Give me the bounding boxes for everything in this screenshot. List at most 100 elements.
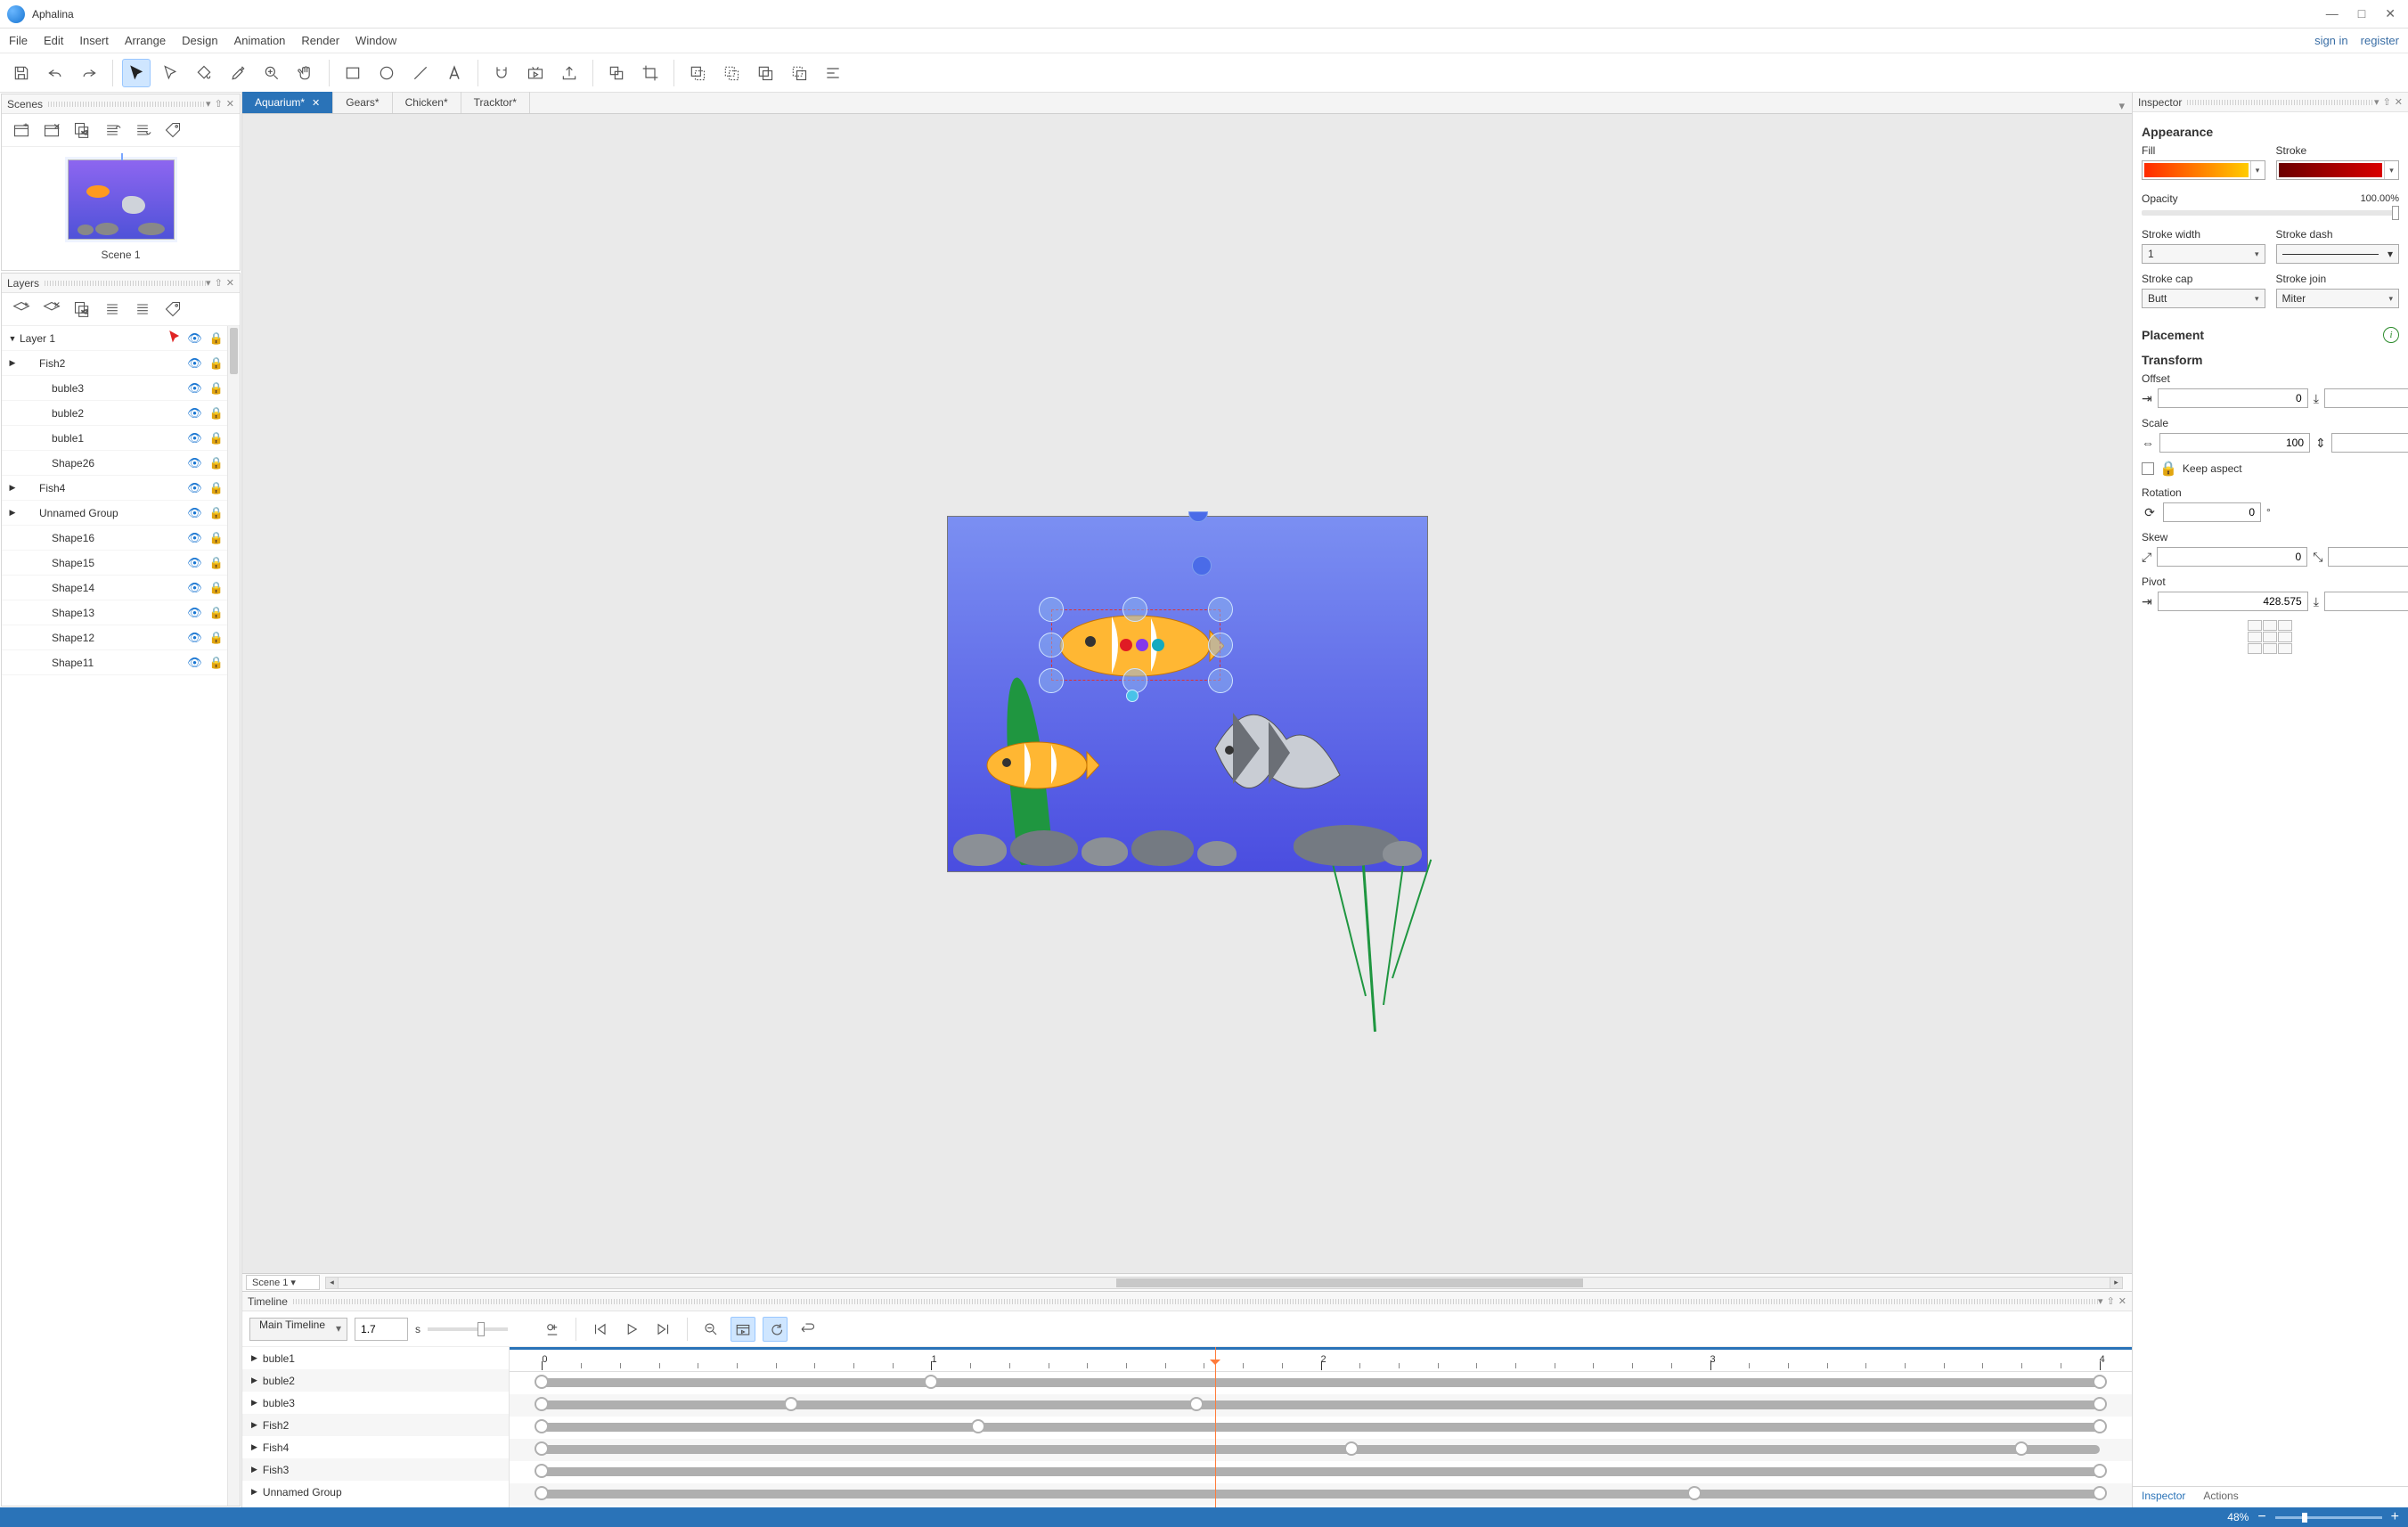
panel-pin-icon[interactable]: ⇧ <box>215 277 223 289</box>
line-tool[interactable] <box>406 59 435 87</box>
visibility-icon[interactable]: 👁 <box>187 606 202 620</box>
visibility-icon[interactable]: 👁 <box>187 656 202 670</box>
menu-file[interactable]: File <box>9 34 28 47</box>
inspector-tab[interactable]: Inspector <box>2133 1487 2194 1507</box>
timeline-row[interactable]: ▶Fish4 <box>242 1436 509 1458</box>
timeline-selector[interactable]: Main Timeline <box>249 1318 347 1341</box>
layer-row[interactable]: buble3👁🔒 <box>2 376 240 401</box>
media-tool[interactable] <box>521 59 550 87</box>
menu-design[interactable]: Design <box>182 34 217 47</box>
lock-icon[interactable]: 🔒 <box>209 531 224 545</box>
visibility-icon[interactable]: 👁 <box>187 631 202 645</box>
zoom-tool[interactable] <box>257 59 286 87</box>
timeline-track[interactable] <box>510 1506 2132 1507</box>
stroke-join-select[interactable]: Miter▾ <box>2276 289 2400 308</box>
scene-selector[interactable]: Scene 1 ▾ <box>246 1275 320 1290</box>
lock-icon[interactable]: 🔒 <box>209 331 224 346</box>
export-tool[interactable] <box>555 59 584 87</box>
panel-close-icon[interactable]: ✕ <box>226 277 234 289</box>
timeline-row[interactable]: ▶Fish3 <box>242 1458 509 1481</box>
delete-scene-button[interactable] <box>41 119 62 141</box>
keyframe[interactable] <box>971 1419 985 1433</box>
union-tool[interactable] <box>683 59 712 87</box>
canvas-hscrollbar[interactable]: ◂▸ <box>325 1277 2123 1289</box>
keyframe[interactable] <box>2093 1375 2107 1389</box>
pivot-handle[interactable] <box>1126 690 1139 702</box>
layer-tag-button[interactable] <box>162 298 184 320</box>
menu-arrange[interactable]: Arrange <box>125 34 166 47</box>
timeline-row[interactable]: ▶buble2 <box>242 1369 509 1392</box>
layer-row[interactable]: buble1👁🔒 <box>2 426 240 451</box>
panel-dropdown-icon[interactable]: ▾ <box>206 277 211 289</box>
timeline-zoomout-button[interactable] <box>698 1317 723 1342</box>
timeline-track[interactable] <box>510 1483 2132 1506</box>
lock-icon[interactable]: 🔒 <box>209 656 224 670</box>
direct-select-tool[interactable] <box>156 59 184 87</box>
selection-handle[interactable] <box>1039 597 1064 622</box>
timeline-track[interactable] <box>510 1417 2132 1439</box>
lock-icon[interactable]: 🔒 <box>209 506 224 520</box>
menu-insert[interactable]: Insert <box>79 34 109 47</box>
fill-tool[interactable] <box>190 59 218 87</box>
keyframe[interactable] <box>784 1397 798 1411</box>
keyframe[interactable] <box>2093 1419 2107 1433</box>
selection-handle[interactable] <box>1039 633 1064 657</box>
panel-close-icon[interactable]: ✕ <box>2395 96 2403 108</box>
timeline-speed-slider[interactable] <box>428 1327 508 1331</box>
canvas[interactable] <box>947 516 1428 872</box>
magnet-tool[interactable] <box>487 59 516 87</box>
timeline-preview-button[interactable] <box>731 1317 755 1342</box>
visibility-icon[interactable]: 👁 <box>187 406 202 421</box>
expand-icon[interactable]: ▶ <box>251 1465 257 1474</box>
pivot-x-input[interactable] <box>2158 592 2308 611</box>
timeline-row[interactable]: ▶buble3 <box>242 1392 509 1414</box>
visibility-icon[interactable]: 👁 <box>187 381 202 396</box>
lock-icon[interactable]: 🔒 <box>209 456 224 470</box>
skew-y-input[interactable] <box>2328 547 2408 567</box>
align-tool[interactable] <box>819 59 847 87</box>
stroke-width-select[interactable]: 1▾ <box>2142 244 2265 264</box>
lock-icon[interactable]: 🔒 <box>209 556 224 570</box>
visibility-icon[interactable]: 👁 <box>187 481 202 495</box>
keyframe[interactable] <box>2093 1464 2107 1478</box>
intersect-tool[interactable] <box>751 59 780 87</box>
layer-row[interactable]: Shape15👁🔒 <box>2 551 240 576</box>
scene-tag-button[interactable] <box>162 119 184 141</box>
expand-icon[interactable]: ▶ <box>7 358 18 368</box>
keyframe[interactable] <box>2093 1397 2107 1411</box>
panel-dropdown-icon[interactable]: ▾ <box>206 98 211 110</box>
timeline-track[interactable] <box>510 1394 2132 1417</box>
visibility-icon[interactable]: 👁 <box>187 531 202 545</box>
opacity-slider[interactable] <box>2142 210 2399 216</box>
add-layer-button[interactable] <box>11 298 32 320</box>
lock-icon[interactable]: 🔒 <box>209 431 224 445</box>
panel-close-icon[interactable]: ✕ <box>226 98 234 110</box>
timeline-track[interactable] <box>510 1439 2132 1461</box>
layer-down-button[interactable] <box>132 298 153 320</box>
stroke-cap-select[interactable]: Butt▾ <box>2142 289 2265 308</box>
timeline-row[interactable]: ▶Unnamed Group <box>242 1481 509 1503</box>
selection-handle[interactable] <box>1039 668 1064 693</box>
scale-x-input[interactable] <box>2159 433 2310 453</box>
timeline-track[interactable] <box>510 1461 2132 1483</box>
menu-animation[interactable]: Animation <box>234 34 286 47</box>
layer-up-button[interactable] <box>102 298 123 320</box>
exclude-tool[interactable] <box>785 59 813 87</box>
layer-row[interactable]: Shape13👁🔒 <box>2 600 240 625</box>
keyframe[interactable] <box>1687 1486 1702 1500</box>
play-button[interactable] <box>619 1317 644 1342</box>
stroke-swatch[interactable]: ▾ <box>2276 160 2400 180</box>
keep-aspect-checkbox[interactable] <box>2142 462 2154 475</box>
skew-x-input[interactable] <box>2157 547 2307 567</box>
visibility-icon[interactable]: 👁 <box>187 456 202 470</box>
goto-start-button[interactable] <box>587 1317 612 1342</box>
visibility-icon[interactable]: 👁 <box>187 431 202 445</box>
expand-icon[interactable]: ▶ <box>7 483 18 493</box>
pivot-y-input[interactable] <box>2324 592 2408 611</box>
keyframe[interactable] <box>1189 1397 1204 1411</box>
panel-close-icon[interactable]: ✕ <box>2118 1295 2126 1307</box>
menu-window[interactable]: Window <box>355 34 396 47</box>
document-tab[interactable]: Aquarium*✕ <box>242 92 333 113</box>
visibility-icon[interactable]: 👁 <box>187 556 202 570</box>
panel-pin-icon[interactable]: ⇧ <box>215 98 223 110</box>
